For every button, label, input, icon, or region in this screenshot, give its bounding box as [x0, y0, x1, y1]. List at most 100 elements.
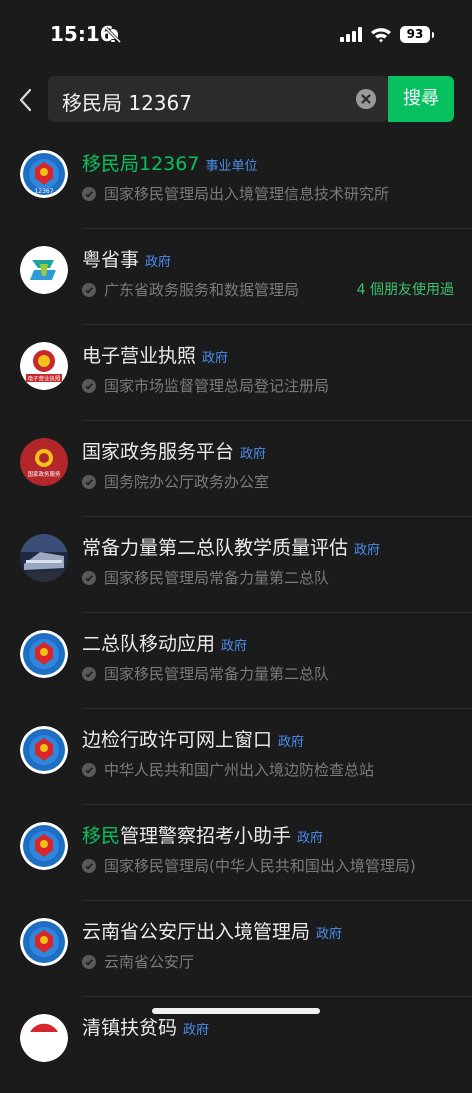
gov-service-emblem-avatar: 国家政务服务 [20, 438, 68, 486]
result-subtitle-line: 国家移民管理局(中华人民共和国出入境管理局) [82, 855, 416, 876]
category-tag: 政府 [354, 543, 381, 558]
avatar-label: 国家政务服务 [27, 470, 61, 478]
avatar-label: 电子营业执照 [27, 375, 61, 383]
title-rest: 国家政务服务平台 [82, 441, 235, 463]
list-item[interactable]: 边检行政许可网上窗口 政府 中华人民共和国广州出入境边防检查总站 [0, 709, 472, 805]
result-subtitle-line: 中华人民共和国广州出入境边防检查总站 [82, 759, 374, 780]
wifi-icon [371, 28, 391, 43]
friends-used-count: 4 個朋友使用過 [356, 282, 454, 298]
result-title-line: 常备力量第二总队教学质量评估 政府 [82, 533, 380, 560]
result-title: 粤省事 [82, 249, 139, 271]
poverty-code-logo-avatar [20, 1014, 68, 1062]
result-subtitle: 国务院办公厅政务办公室 [104, 473, 270, 491]
search-button[interactable]: 搜尋 [388, 76, 454, 122]
immigration-emblem-avatar [20, 630, 68, 678]
result-subtitle: 中华人民共和国广州出入境边防检查总站 [104, 761, 375, 779]
category-tag: 政府 [145, 255, 172, 270]
national-emblem-avatar: 电子营业执照 [20, 342, 68, 390]
result-subtitle-line: 国家移民管理局常备力量第二总队 [82, 663, 329, 684]
search-bar: 移民局 12367 搜尋 [0, 70, 472, 130]
verified-icon [82, 571, 96, 585]
status-bar: 15:16 93 [0, 0, 472, 70]
category-tag: 事业单位 [205, 159, 258, 174]
result-subtitle-line: 国家移民管理局出入境管理信息技术研究所 [82, 183, 389, 204]
verified-icon [82, 859, 96, 873]
result-subtitle: 国家移民管理局(中华人民共和国出入境管理局) [104, 857, 416, 875]
result-title-line: 云南省公安厅出入境管理局 政府 [82, 917, 342, 944]
result-subtitle: 广东省政务服务和数据管理局 [104, 281, 300, 299]
category-tag: 政府 [240, 447, 267, 462]
verified-icon [82, 187, 96, 201]
result-title: 边检行政许可网上窗口 [82, 729, 272, 751]
result-subtitle-line: 广东省政务服务和数据管理局 [82, 279, 299, 300]
search-query-text: 移民局 12367 [62, 91, 192, 115]
verified-icon [82, 283, 96, 297]
title-rest: 二总队移动应用 [82, 633, 216, 655]
clear-icon[interactable] [356, 89, 376, 109]
verified-icon [82, 763, 96, 777]
immigration-emblem-avatar [20, 918, 68, 966]
category-tag: 政府 [221, 639, 248, 654]
verified-icon [82, 667, 96, 681]
title-highlight: 移民局12367 [82, 153, 200, 175]
result-subtitle: 国家移民管理局出入境管理信息技术研究所 [104, 185, 390, 203]
list-item[interactable]: 粤省事 政府 广东省政务服务和数据管理局 4 個朋友使用過 [0, 229, 472, 325]
bell-muted-icon [104, 26, 122, 44]
verified-icon [82, 475, 96, 489]
title-highlight: 移民 [82, 825, 121, 847]
category-tag: 政府 [316, 927, 343, 942]
list-item[interactable]: 云南省公安厅出入境管理局 政府 云南省公安厅 [0, 901, 472, 997]
cellular-signal-icon [340, 27, 362, 42]
list-item[interactable]: 移民管理警察招考小助手 政府 国家移民管理局(中华人民共和国出入境管理局) [0, 805, 472, 901]
category-tag: 政府 [183, 1023, 210, 1038]
back-chevron-icon[interactable] [16, 86, 36, 114]
title-rest: 粤省事 [82, 249, 140, 271]
list-item[interactable]: 12367 移民局12367 事业单位 国家移民管理局出入境管理信息技术研究所 [0, 133, 472, 229]
result-title: 移民管理警察招考小助手 [82, 825, 291, 847]
result-title-line: 电子营业执照 政府 [82, 341, 228, 368]
home-indicator[interactable] [152, 1008, 320, 1014]
search-input[interactable]: 移民局 12367 [48, 76, 388, 122]
category-tag: 政府 [297, 831, 324, 846]
result-title: 常备力量第二总队教学质量评估 [82, 537, 348, 559]
result-subtitle: 国家移民管理局常备力量第二总队 [104, 665, 330, 683]
battery-level: 93 [400, 26, 434, 43]
result-title-line: 粤省事 政府 [82, 245, 171, 272]
result-subtitle-line: 国家市场监督管理总局登记注册局 [82, 375, 329, 396]
result-title: 电子营业执照 [82, 345, 196, 367]
category-tag: 政府 [202, 351, 229, 366]
result-title-line: 国家政务服务平台 政府 [82, 437, 266, 464]
result-title: 清镇扶贫码 [82, 1017, 177, 1039]
result-subtitle: 国家移民管理局常备力量第二总队 [104, 569, 330, 587]
immigration-emblem-avatar: 12367 [20, 150, 68, 198]
result-title: 二总队移动应用 [82, 633, 215, 655]
result-title-line: 边检行政许可网上窗口 政府 [82, 725, 304, 752]
building-photo-avatar [20, 534, 68, 582]
title-rest: 常备力量第二总队教学质量评估 [82, 537, 349, 559]
title-rest: 清镇扶贫码 [82, 1017, 178, 1039]
title-rest: 边检行政许可网上窗口 [82, 729, 273, 751]
verified-icon [82, 379, 96, 393]
result-title-line: 清镇扶贫码 政府 [82, 1013, 209, 1040]
result-title-line: 移民管理警察招考小助手 政府 [82, 821, 323, 848]
result-title: 国家政务服务平台 [82, 441, 234, 463]
results-list: 12367 移民局12367 事业单位 国家移民管理局出入境管理信息技术研究所 粤… [0, 133, 472, 1093]
avatar-label: 12367 [34, 188, 53, 195]
list-item[interactable]: 常备力量第二总队教学质量评估 政府 国家移民管理局常备力量第二总队 [0, 517, 472, 613]
yue-sheng-shi-logo-avatar [20, 246, 68, 294]
list-item[interactable]: 国家政务服务 国家政务服务平台 政府 国务院办公厅政务办公室 [0, 421, 472, 517]
result-subtitle-line: 国务院办公厅政务办公室 [82, 471, 269, 492]
result-title: 云南省公安厅出入境管理局 [82, 921, 310, 943]
result-title-line: 移民局12367 事业单位 [82, 149, 257, 176]
result-title-line: 二总队移动应用 政府 [82, 629, 247, 656]
title-rest: 电子营业执照 [82, 345, 197, 367]
result-subtitle-line: 云南省公安厅 [82, 951, 194, 972]
title-rest: 云南省公安厅出入境管理局 [82, 921, 311, 943]
result-title: 移民局12367 [82, 153, 199, 175]
immigration-emblem-avatar [20, 726, 68, 774]
immigration-emblem-avatar [20, 822, 68, 870]
result-subtitle: 国家市场监督管理总局登记注册局 [104, 377, 330, 395]
list-item[interactable]: 二总队移动应用 政府 国家移民管理局常备力量第二总队 [0, 613, 472, 709]
result-subtitle: 云南省公安厅 [104, 953, 195, 971]
list-item[interactable]: 电子营业执照 电子营业执照 政府 国家市场监督管理总局登记注册局 [0, 325, 472, 421]
